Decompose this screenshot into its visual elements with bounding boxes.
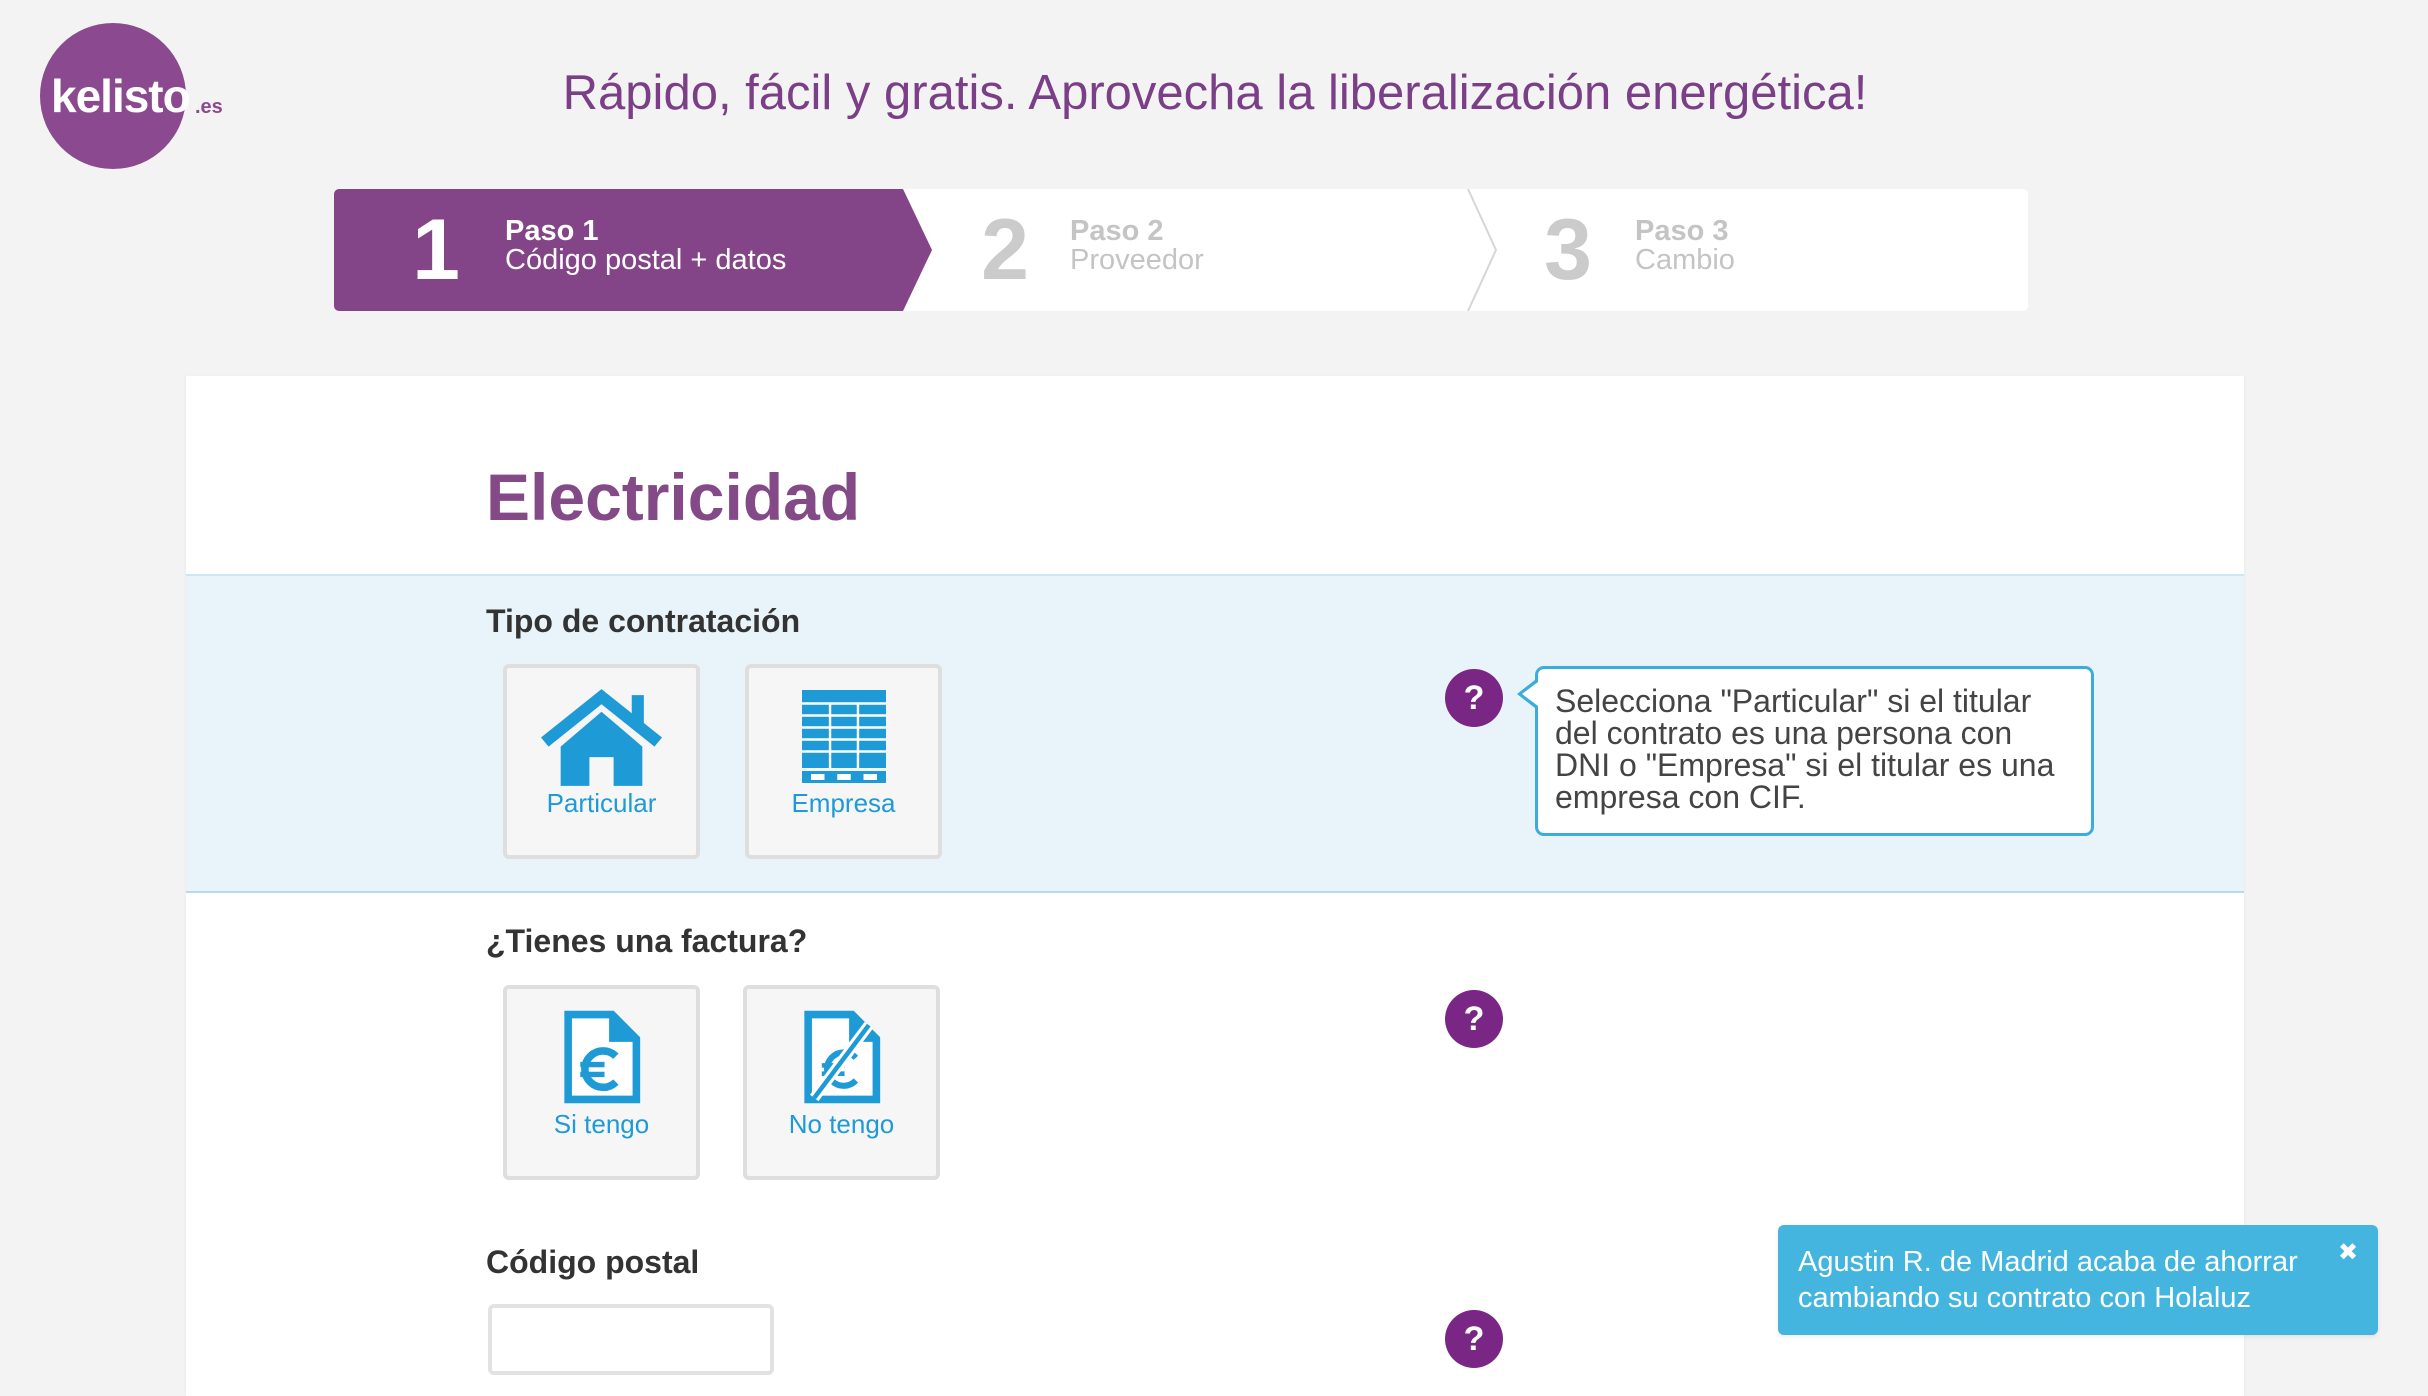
contract-type-label: Tipo de contratación xyxy=(486,603,801,639)
invoice-label: ¿Tienes una factura? xyxy=(486,923,808,959)
close-icon[interactable] xyxy=(2338,1239,2364,1265)
tooltip-line: empresa con CIF. xyxy=(1555,779,1806,815)
step-2-number: 2 xyxy=(981,202,1029,298)
step-1-subtitle: Código postal + datos xyxy=(505,244,787,276)
notification-line: Agustin R. de Madrid acaba de ahorrar xyxy=(1798,1246,2298,1278)
step-1-text: Paso 1 Código postal + datos xyxy=(505,217,786,275)
step-2-title: Paso 2 xyxy=(1070,215,1164,247)
postal-code-label: Código postal xyxy=(486,1244,700,1280)
contract-type-section: Tipo de contratación Particular Empresa … xyxy=(186,574,2244,893)
step-2-subtitle: Proveedor xyxy=(1070,244,1204,276)
step-2-text: Paso 2 Proveedor xyxy=(1070,217,1204,275)
logo-suffix: .es xyxy=(195,96,223,118)
page: kelisto .es Rápido, fácil y gratis. Apro… xyxy=(0,0,2428,1396)
step-1-title: Paso 1 xyxy=(505,215,599,247)
option-no-tengo-label: No tengo xyxy=(788,1109,895,1139)
invoice-euro-icon xyxy=(507,1010,696,1104)
tooltip-line: del contrato es una persona con xyxy=(1555,715,2013,751)
postal-code-input[interactable] xyxy=(488,1304,774,1375)
postal-code-help-icon[interactable] xyxy=(1445,1310,1503,1368)
option-empresa[interactable]: Empresa xyxy=(745,664,942,859)
tagline: Rápido, fácil y gratis. Aprovecha la lib… xyxy=(562,66,1868,120)
invoice-help-icon[interactable] xyxy=(1445,990,1503,1048)
step-3-subtitle: Cambio xyxy=(1635,244,1735,276)
form-title: Electricidad xyxy=(486,460,861,534)
house-icon xyxy=(507,689,696,786)
logo-text: kelisto xyxy=(51,70,191,122)
step-separator-chevron xyxy=(1467,189,1498,311)
tooltip-line: Selecciona "Particular" si el titular xyxy=(1555,683,2032,719)
option-particular-label: Particular xyxy=(546,788,657,818)
tooltip-line: DNI o "Empresa" si el titular es una xyxy=(1555,747,2055,783)
option-si-tengo-label: Si tengo xyxy=(553,1109,650,1139)
savings-notification: Agustin R. de Madrid acaba de ahorrar ca… xyxy=(1778,1225,2378,1335)
option-si-tengo[interactable]: Si tengo xyxy=(503,985,700,1180)
step-3-text: Paso 3 Cambio xyxy=(1635,217,1735,275)
option-particular[interactable]: Particular xyxy=(503,664,700,859)
option-no-tengo[interactable]: No tengo xyxy=(743,985,940,1180)
step-3-number: 3 xyxy=(1544,202,1592,298)
step-3-title: Paso 3 xyxy=(1635,215,1729,247)
contract-type-tooltip: Selecciona "Particular" si el titular de… xyxy=(1517,666,2094,836)
no-invoice-icon xyxy=(747,1010,936,1104)
contract-type-help-icon[interactable] xyxy=(1445,669,1503,727)
building-icon xyxy=(749,689,938,784)
notification-line: cambiando su contrato con Holaluz xyxy=(1798,1282,2251,1314)
steps-progress: 1 Paso 1 Código postal + datos 2 Paso 2 … xyxy=(334,189,2028,311)
option-empresa-label: Empresa xyxy=(791,788,896,818)
step-1-number: 1 xyxy=(412,202,460,298)
kelisto-logo[interactable]: kelisto xyxy=(40,23,191,169)
